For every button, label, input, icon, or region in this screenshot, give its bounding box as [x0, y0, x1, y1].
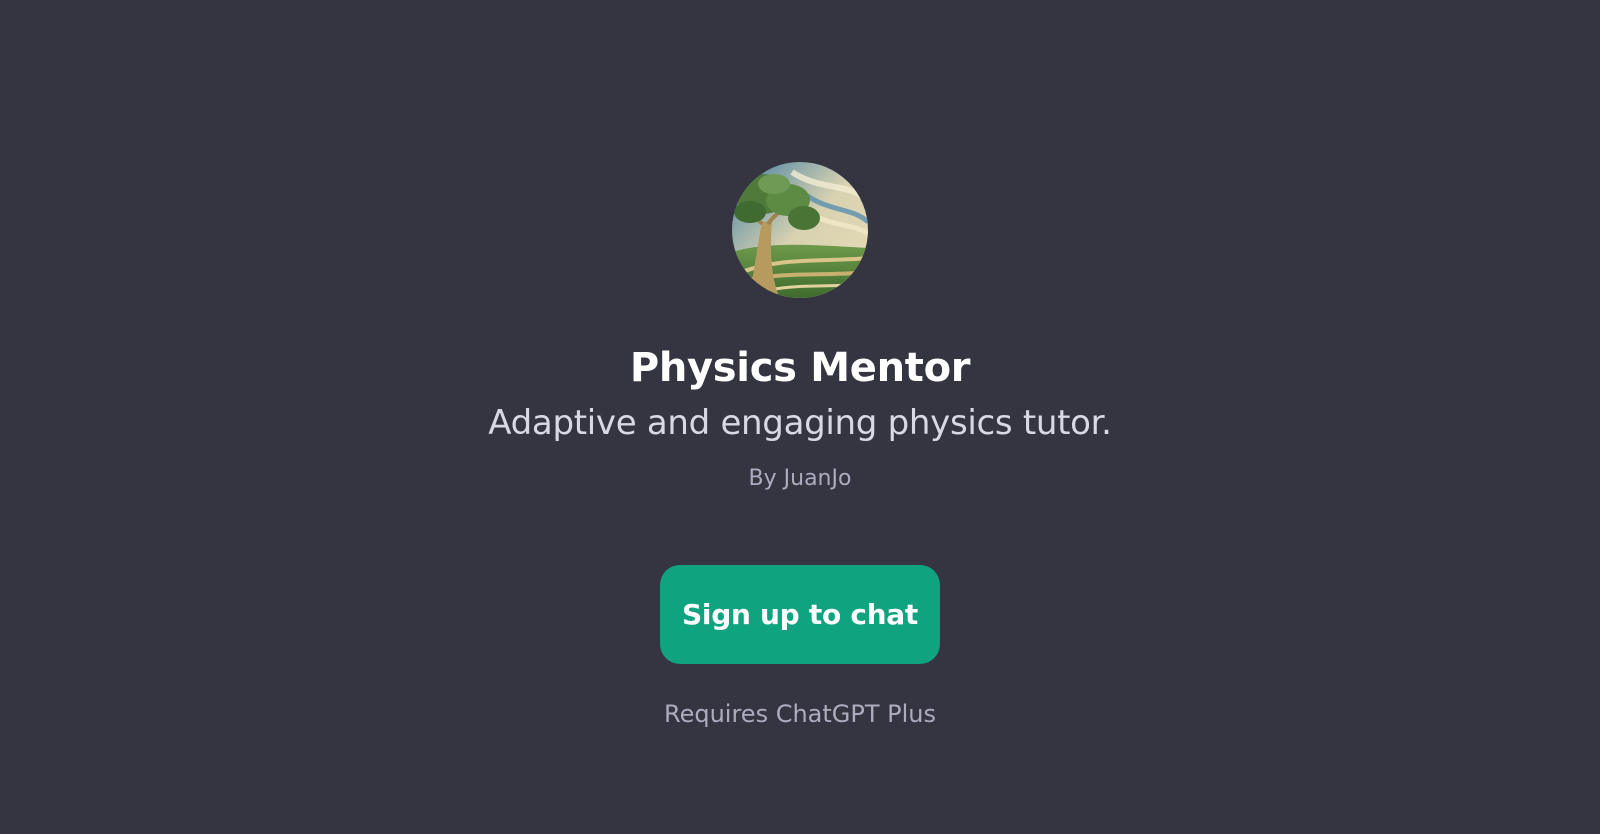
- gpt-description: Adaptive and engaging physics tutor.: [488, 403, 1112, 443]
- sign-up-to-chat-button[interactable]: Sign up to chat: [660, 565, 940, 664]
- gpt-avatar: [732, 162, 868, 298]
- tree-landscape-avatar-icon: [732, 162, 868, 298]
- gpt-landing-page: Physics Mentor Adaptive and engaging phy…: [0, 0, 1600, 834]
- requirement-note: Requires ChatGPT Plus: [663, 700, 936, 728]
- gpt-title: Physics Mentor: [629, 345, 971, 391]
- gpt-author: By JuanJo: [748, 466, 852, 491]
